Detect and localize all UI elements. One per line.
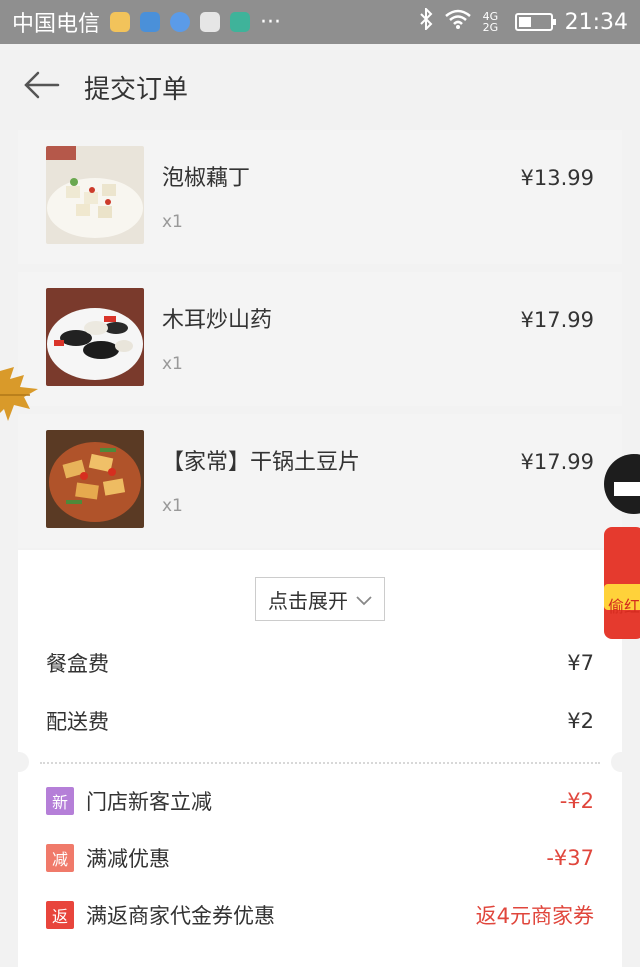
fee-value: ¥2 (567, 709, 594, 733)
discount-value: -¥2 (559, 789, 594, 813)
maple-leaf-icon (0, 365, 42, 431)
back-arrow-icon (24, 71, 60, 103)
item-name: 【家常】干锅土豆片 (162, 450, 361, 475)
fee-label: 餐盒费 (46, 652, 109, 676)
dish-image (46, 288, 144, 386)
red-packet-label: 偷红 (608, 597, 640, 616)
fee-row: 配送费 ¥2 (46, 706, 594, 736)
item-name: 木耳炒山药 (162, 308, 273, 333)
carrier-label: 中国电信 (12, 12, 101, 37)
item-name: 泡椒藕丁 (162, 166, 251, 191)
status-bar: 中国电信 ··· 4G 2G 21:34 (0, 0, 640, 44)
ticket-notch (611, 752, 631, 772)
bluetooth-icon (419, 6, 433, 36)
battery-icon (514, 13, 556, 31)
item-quantity: x1 (162, 496, 183, 516)
discount-label: 满返商家代金券优惠 (86, 904, 275, 928)
chevron-down-icon (356, 587, 372, 611)
app-notification-icon (200, 12, 221, 32)
back-button[interactable] (0, 44, 84, 130)
dashed-divider (40, 762, 600, 764)
full-reduction-badge: 减 (46, 844, 74, 872)
order-item: 泡椒藕丁 x1 ¥13.99 (18, 130, 622, 264)
app-notification-icon (230, 12, 251, 32)
discount-value: -¥37 (546, 846, 594, 870)
discount-row: 减 满减优惠 -¥37 (46, 843, 594, 873)
item-price: ¥13.99 (520, 166, 594, 190)
voucher-badge: 返 (46, 901, 74, 929)
app-notification-icon (140, 12, 161, 32)
item-quantity: x1 (162, 212, 183, 232)
ticket-notch (9, 752, 29, 772)
order-item: 【家常】干锅土豆片 x1 ¥17.99 (18, 414, 622, 548)
expand-button[interactable]: 点击展开 (255, 577, 385, 621)
new-customer-badge: 新 (46, 787, 74, 815)
red-packet-float-button[interactable]: 偷红 (600, 452, 640, 646)
fee-label: 配送费 (46, 710, 109, 734)
item-quantity: x1 (162, 354, 183, 374)
dish-image (46, 430, 144, 528)
location-icon (170, 12, 191, 32)
item-price: ¥17.99 (520, 450, 594, 474)
discount-label: 满减优惠 (86, 847, 170, 871)
signal-icon: 4G 2G (482, 10, 499, 34)
item-price: ¥17.99 (520, 308, 594, 332)
fee-row: 餐盒费 ¥7 (46, 648, 594, 678)
wifi-icon (444, 9, 471, 35)
fee-value: ¥7 (567, 651, 594, 675)
expand-label: 点击展开 (268, 588, 348, 613)
title-bar: 提交订单 (0, 44, 640, 130)
discount-row: 返 满返商家代金券优惠 返4元商家券 (46, 900, 594, 930)
discount-value: 返4元商家券 (475, 904, 594, 928)
page-title: 提交订单 (84, 74, 189, 105)
discount-label: 门店新客立减 (86, 790, 212, 814)
dish-image (46, 146, 144, 244)
discount-row: 新 门店新客立减 -¥2 (46, 786, 594, 816)
clock: 21:34 (564, 9, 628, 35)
app-notification-icon (110, 12, 131, 32)
order-item: 木耳炒山药 x1 ¥17.99 (18, 272, 622, 406)
more-notifications-icon: ··· (260, 9, 281, 35)
